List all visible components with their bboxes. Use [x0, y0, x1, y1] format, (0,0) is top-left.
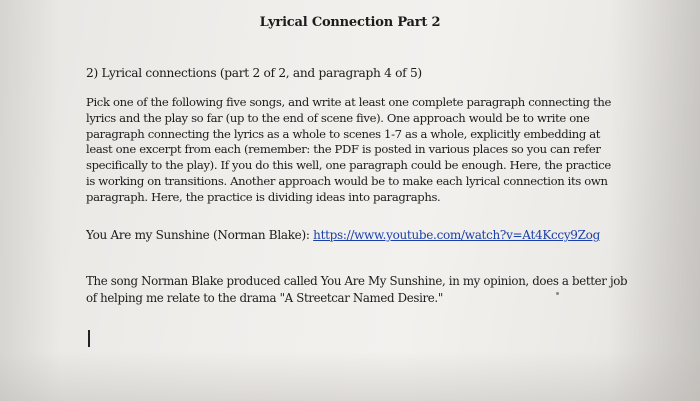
song-reference: You Are my Sunshine (Norman Blake): http… — [86, 228, 600, 242]
question-heading: 2) Lyrical connections (part 2 of 2, and… — [86, 66, 422, 80]
paper-shadow-right — [610, 0, 700, 401]
assignment-prompt: Pick one of the following five songs, an… — [86, 95, 612, 204]
paper-shadow-bottom — [0, 351, 700, 401]
document-title: Lyrical Connection Part 2 — [259, 15, 441, 30]
song-label: You Are my Sunshine (Norman Blake): — [86, 228, 310, 242]
document-page: Lyrical Connection Part 2 2) Lyrical con… — [0, 0, 700, 401]
stray-mark — [556, 292, 559, 295]
text-cursor[interactable] — [88, 330, 90, 347]
answer-paragraph[interactable]: The song Norman Blake produced called Yo… — [86, 273, 631, 307]
paper-shadow-left — [0, 0, 60, 401]
song-link[interactable]: https://www.youtube.com/watch?v=At4Kccy9… — [313, 228, 600, 242]
